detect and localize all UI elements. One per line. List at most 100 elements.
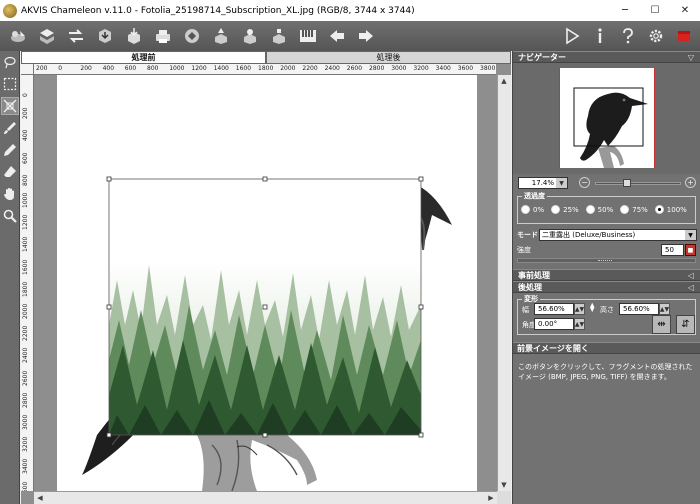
radio-dot[interactable]	[585, 205, 595, 214]
opacity-radio[interactable]: 100%	[654, 205, 687, 214]
postprocess-header[interactable]: 後処理 ◁	[513, 281, 700, 293]
run-icon[interactable]	[560, 25, 584, 47]
radio-dot[interactable]	[620, 205, 630, 214]
export-icon[interactable]	[94, 25, 116, 47]
preprocess-title: 事前処理	[518, 270, 550, 280]
ruler-tick-label: 0	[22, 93, 29, 97]
maximize-button[interactable]: ☐	[640, 0, 670, 21]
print-icon[interactable]	[152, 25, 174, 47]
radio-label: 50%	[597, 205, 614, 214]
ruler-tick-label: 3400	[22, 459, 29, 475]
brush-icon[interactable]	[1, 119, 19, 137]
expand-icon[interactable]: ◁	[688, 283, 694, 292]
height-field[interactable]: 56.60%	[619, 303, 659, 315]
ruler-tick-label: 200	[22, 107, 29, 120]
piano-icon[interactable]	[297, 25, 319, 47]
navigator-controls: 17.4% ▼ − +	[513, 174, 700, 192]
akvis-logo-icon[interactable]	[672, 25, 696, 47]
transform-icon[interactable]	[1, 97, 19, 115]
preprocess-header[interactable]: 事前処理 ◁	[513, 269, 700, 281]
eraser-icon[interactable]	[1, 163, 19, 181]
strength-value: 50	[665, 246, 674, 254]
ruler-tick-label: 400	[22, 129, 29, 142]
size-grip[interactable]	[497, 491, 511, 504]
rect-selection-icon[interactable]	[1, 75, 19, 93]
minimize-button[interactable]: ─	[610, 0, 640, 21]
navigator-header[interactable]: ナビゲーター ▽	[513, 51, 700, 63]
radio-dot[interactable]	[521, 205, 530, 214]
swap-icon[interactable]	[65, 25, 87, 47]
pencil-icon[interactable]	[1, 141, 19, 159]
close-button[interactable]: ✕	[670, 0, 700, 21]
settings-icon[interactable]	[644, 25, 668, 47]
forward-arrow-icon[interactable]	[355, 25, 377, 47]
lasso-icon[interactable]	[1, 53, 19, 71]
opacity-radio[interactable]: 75%	[620, 205, 648, 214]
branch	[197, 430, 317, 491]
ruler-tick-label: 1600	[22, 259, 29, 275]
scroll-left-icon[interactable]: ◀	[34, 492, 46, 504]
chevron-down-icon[interactable]: ▼	[685, 230, 696, 240]
strength-reset-button[interactable]: ■	[685, 244, 696, 256]
flip-vertical-button[interactable]: ⇵	[676, 315, 695, 334]
zoom-icon[interactable]	[1, 207, 19, 225]
save-icon[interactable]	[123, 25, 145, 47]
radio-dot[interactable]	[551, 205, 561, 214]
zoom-slider[interactable]	[595, 182, 681, 185]
mode-select[interactable]: 二重露出 (Deluxe/Business) ▼	[539, 229, 697, 241]
ruler-tick-label: 200	[80, 65, 92, 72]
angle-spinner[interactable]: ▲▼	[574, 318, 585, 330]
ruler-tick-label: 0	[58, 65, 63, 72]
copy-layers-icon[interactable]	[36, 25, 58, 47]
height-spinner[interactable]: ▲▼	[659, 303, 670, 315]
back-arrow-icon[interactable]	[326, 25, 348, 47]
width-spinner[interactable]: ▲▼	[574, 303, 585, 315]
angle-field[interactable]: 0.00°	[534, 318, 574, 330]
link-icon[interactable]: ⧫	[590, 303, 594, 313]
navigator-thumbnail	[559, 68, 655, 168]
scroll-down-icon[interactable]: ▼	[498, 479, 510, 491]
collapse-icon[interactable]: ▽	[688, 53, 694, 62]
view-tabs: 処理前 処理後	[21, 51, 511, 64]
fill-icon[interactable]	[268, 25, 290, 47]
ruler-tick-label: 2200	[22, 325, 29, 342]
expand-icon[interactable]: ◁	[688, 271, 694, 280]
zoom-slider-handle[interactable]	[623, 179, 631, 187]
info-icon[interactable]	[588, 25, 612, 47]
chevron-down-icon[interactable]: ▼	[556, 178, 567, 188]
tab-before[interactable]: 処理前	[21, 51, 266, 64]
horizontal-scrollbar[interactable]: ◀ ▶	[34, 491, 497, 504]
radio-label: 0%	[533, 205, 545, 214]
ruler-tick-label: 1000	[22, 192, 29, 208]
strength-slider[interactable]	[517, 258, 696, 263]
strength-field[interactable]: 50	[661, 244, 684, 256]
flip-horizontal-button[interactable]: ⇹	[652, 315, 671, 334]
zoom-field[interactable]: 17.4% ▼	[518, 177, 568, 189]
opacity-radio[interactable]: 0%	[521, 205, 544, 214]
zoom-out-button[interactable]: −	[579, 177, 590, 188]
ruler-tick-label: 3600	[22, 481, 29, 491]
fragment-icon[interactable]	[210, 25, 232, 47]
navigator-view[interactable]	[513, 63, 700, 174]
help-title: 前景イメージを開く	[513, 342, 700, 354]
opacity-radio[interactable]: 50%	[585, 205, 614, 214]
ruler-tick-label: 2600	[346, 65, 363, 72]
scroll-up-icon[interactable]: ▲	[498, 75, 510, 87]
help-icon[interactable]	[616, 25, 640, 47]
radio-dot[interactable]	[654, 205, 664, 214]
opacity-radio[interactable]: 25%	[551, 205, 579, 214]
composite-image	[82, 176, 452, 491]
open-image-icon[interactable]	[7, 25, 29, 47]
settings-panel: ナビゲーター ▽ 17.4% ▼ − + 透過度 0% 25% 50% 75% 100%…	[512, 51, 700, 504]
scroll-right-icon[interactable]: ▶	[485, 492, 497, 504]
help-text: このボタンをクリックして、フラグメントの処理されたイメージ (BMP, JPEG…	[518, 363, 693, 381]
image-canvas[interactable]	[57, 75, 477, 491]
zoom-in-button[interactable]: +	[685, 177, 696, 188]
width-field[interactable]: 56.60%	[534, 303, 574, 315]
ruler-tick-label: 1600	[235, 65, 252, 72]
batch-icon[interactable]	[239, 25, 261, 47]
tab-after[interactable]: 処理後	[266, 51, 511, 64]
vertical-scrollbar[interactable]: ▲ ▼	[497, 75, 511, 491]
share-icon[interactable]	[181, 25, 203, 47]
hand-icon[interactable]	[1, 185, 19, 203]
